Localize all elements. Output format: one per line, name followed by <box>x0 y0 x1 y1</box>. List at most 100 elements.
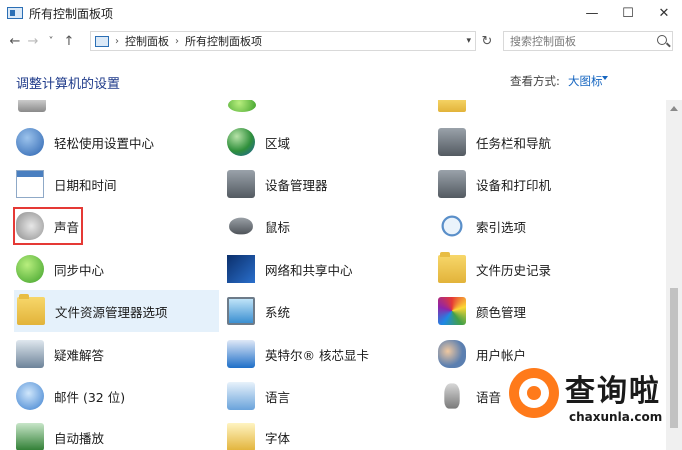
item-label: 日期和时间 <box>54 177 117 193</box>
item-label: 鼠标 <box>265 219 291 235</box>
window-title: 所有控制面板项 <box>29 6 114 21</box>
watermark-logo-icon <box>509 368 559 418</box>
item-label: 用户帐户 <box>476 347 527 363</box>
item-label: 网络和共享中心 <box>265 262 353 278</box>
item-label: 设备管理器 <box>265 177 328 193</box>
item-indexing[interactable]: 索引选项 <box>438 207 526 245</box>
scroll-up-arrow-icon[interactable] <box>666 102 682 114</box>
item-color-management[interactable]: 颜色管理 <box>438 292 526 330</box>
partial-item <box>228 100 266 124</box>
item-devices-printers[interactable]: 设备和打印机 <box>438 165 551 203</box>
recent-locations-button[interactable]: ˅ <box>42 31 60 51</box>
item-network-sharing[interactable]: 网络和共享中心 <box>227 250 353 288</box>
item-system[interactable]: 系统 <box>227 292 290 330</box>
maximize-button[interactable]: ☐ <box>610 0 646 26</box>
search-placeholder: 搜索控制面板 <box>510 35 576 48</box>
item-label: 任务栏和导航 <box>476 135 552 151</box>
control-panel-icon <box>95 35 109 47</box>
taskbar-icon <box>438 128 466 156</box>
speaker-icon <box>16 212 44 240</box>
item-label: 系统 <box>265 304 291 320</box>
title-bar: 所有控制面板项 — ☐ ✕ <box>0 0 682 26</box>
minimize-button[interactable]: — <box>574 0 610 26</box>
ease-of-access-icon <box>16 128 44 156</box>
speech-icon <box>444 383 460 409</box>
item-region[interactable]: 区域 <box>227 123 290 161</box>
item-label: 声音 <box>54 219 80 235</box>
close-button[interactable]: ✕ <box>646 0 682 26</box>
file-history-icon <box>438 252 466 283</box>
control-panel-app-icon <box>7 7 23 19</box>
item-label: 语音 <box>476 389 502 405</box>
breadcrumb-separator[interactable]: › <box>175 36 179 47</box>
search-input[interactable]: 搜索控制面板 <box>503 31 673 51</box>
address-bar[interactable]: › 控制面板 › 所有控制面板项 ▾ <box>90 31 476 51</box>
item-label: 疑难解答 <box>54 347 105 363</box>
item-file-history[interactable]: 文件历史记录 <box>438 250 551 288</box>
item-label: 同步中心 <box>54 262 105 278</box>
item-label: 颜色管理 <box>476 304 527 320</box>
back-button[interactable]: ← <box>6 31 24 51</box>
item-label: 索引选项 <box>476 219 527 235</box>
partial-item <box>18 100 56 124</box>
chevron-down-icon[interactable] <box>602 76 608 80</box>
partial-item-icon <box>18 100 46 112</box>
mail-icon <box>16 382 44 410</box>
partial-item <box>438 100 476 124</box>
navigation-bar: ← → ˅ ↑ › 控制面板 › 所有控制面板项 ▾ ↻ 搜索控制面板 <box>0 28 682 54</box>
item-label: 字体 <box>265 430 291 446</box>
item-label: 文件历史记录 <box>476 262 552 278</box>
item-date-time[interactable]: 日期和时间 <box>16 165 117 203</box>
item-mail[interactable]: 邮件 (32 位) <box>16 377 125 415</box>
chevron-down-icon[interactable]: ▾ <box>466 36 471 46</box>
partial-item-icon <box>228 100 256 112</box>
troubleshooting-icon <box>16 340 44 368</box>
fonts-icon <box>227 423 255 450</box>
item-sync-center[interactable]: 同步中心 <box>16 250 104 288</box>
partial-item-icon <box>438 100 466 112</box>
item-ease-of-access[interactable]: 轻松使用设置中心 <box>16 123 154 161</box>
breadcrumb-separator[interactable]: › <box>115 36 119 47</box>
view-by-label: 查看方式: <box>510 74 560 88</box>
item-label: 邮件 (32 位) <box>54 389 126 405</box>
item-label: 设备和打印机 <box>476 177 552 193</box>
indexing-icon <box>441 215 463 237</box>
network-icon <box>227 255 255 283</box>
forward-button[interactable]: → <box>24 31 42 51</box>
item-sound[interactable]: 声音 <box>16 207 79 245</box>
window-controls: — ☐ ✕ <box>574 0 682 26</box>
item-label: 自动播放 <box>54 430 105 446</box>
item-device-manager[interactable]: 设备管理器 <box>227 165 328 203</box>
device-manager-icon <box>227 170 255 198</box>
item-label: 区域 <box>265 135 291 151</box>
item-fonts[interactable]: 字体 <box>227 418 290 450</box>
watermark-text: 查询啦 <box>565 374 661 409</box>
item-label: 文件资源管理器选项 <box>55 304 168 320</box>
system-icon <box>227 297 255 325</box>
item-intel-graphics[interactable]: 英特尔® 核芯显卡 <box>227 335 369 373</box>
color-management-icon <box>438 297 466 325</box>
item-troubleshooting[interactable]: 疑难解答 <box>16 335 104 373</box>
view-by-dropdown[interactable]: 大图标 <box>568 73 603 89</box>
page-heading: 调整计算机的设置 <box>16 77 121 92</box>
mouse-icon <box>229 217 253 235</box>
item-file-explorer-options[interactable]: 文件资源管理器选项 <box>14 290 219 332</box>
search-icon[interactable] <box>657 35 667 45</box>
item-label: 英特尔® 核芯显卡 <box>265 347 369 363</box>
intel-graphics-icon <box>227 340 255 368</box>
item-label: 语言 <box>265 389 291 405</box>
user-accounts-icon <box>438 340 466 368</box>
calendar-clock-icon <box>16 170 44 198</box>
up-button[interactable]: ↑ <box>60 31 78 51</box>
item-language[interactable]: 语言 <box>227 377 290 415</box>
breadcrumb-all-items[interactable]: 所有控制面板项 <box>185 33 262 49</box>
breadcrumb-control-panel[interactable]: 控制面板 <box>125 33 169 49</box>
folder-options-icon <box>17 294 45 325</box>
refresh-button[interactable]: ↻ <box>478 31 496 51</box>
item-autoplay[interactable]: 自动播放 <box>16 418 104 450</box>
autoplay-icon <box>16 423 44 450</box>
item-taskbar[interactable]: 任务栏和导航 <box>438 123 551 161</box>
language-icon <box>227 382 255 410</box>
item-mouse[interactable]: 鼠标 <box>227 207 290 245</box>
item-speech[interactable]: 语音 <box>438 377 501 415</box>
